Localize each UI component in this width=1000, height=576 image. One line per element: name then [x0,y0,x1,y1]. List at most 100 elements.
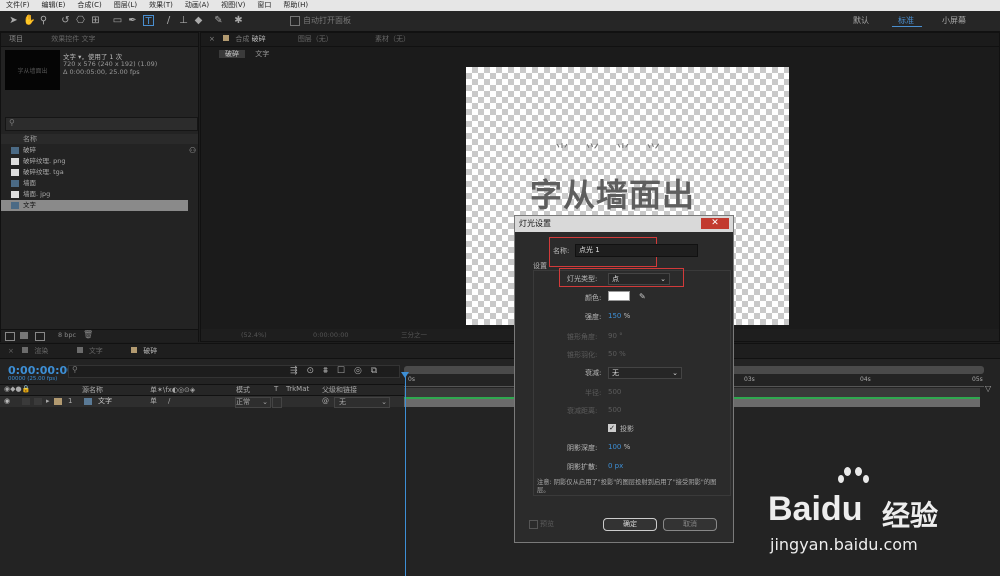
zoom-tool-icon[interactable]: ⚲ [38,15,49,26]
breadcrumb-layer[interactable]: 文字 [255,50,269,58]
tab-footage[interactable]: 素材（无） [375,35,410,43]
menu-window[interactable]: 窗口 [257,1,271,9]
menu-file[interactable]: 文件(F) [6,1,30,9]
close-tab-icon[interactable]: × [8,347,14,355]
tab-effect-controls[interactable]: 效果控件 文字 [51,35,95,43]
tab-composition[interactable]: 破碎 [252,35,266,43]
workspace-small-screen[interactable]: 小屏幕 [942,15,966,26]
cast-shadow-checkbox[interactable]: ✓ [608,424,616,432]
tab-layer[interactable]: 图层（无） [298,35,333,43]
menu-bar: 文件(F) 编辑(E) 合成(C) 图层(L) 效果(T) 动画(A) 视图(V) 窗口 帮助(… [0,0,1000,11]
viewer-timecode[interactable]: 0:00:00:00 [313,329,349,341]
trash-icon[interactable]: 🗑 [83,330,93,339]
list-item[interactable]: 破碎 [1,145,188,156]
falloff-dropdown[interactable]: 无 ⌄ [608,367,682,379]
layer-mode-dropdown[interactable]: 正常 ⌄ [235,397,271,408]
menu-animation[interactable]: 动画(A) [185,1,209,9]
resolution-dropdown[interactable]: 三分之一 [401,329,427,341]
menu-help[interactable]: 帮助(H) [283,1,308,9]
thumbnail-text: 字从墙面出 [17,68,48,75]
selection-tool-icon[interactable]: ➤ [8,15,19,26]
project-footer: 8 bpc 🗑 [1,329,198,342]
tab-project[interactable]: 项目 [9,35,23,43]
list-item[interactable]: 破碎纹理. png [1,156,188,167]
list-item[interactable]: 墙面. jpg [1,189,188,200]
close-button[interactable]: ✕ [701,218,729,229]
trkmat-dropdown[interactable] [272,397,282,408]
shadow-depth-field[interactable]: 100 % [608,443,630,451]
new-folder-icon[interactable] [20,332,28,339]
brush-tool-icon[interactable]: / [163,15,174,26]
timeline-frames: 00000 (25.00 fps) [8,376,58,382]
project-search-input[interactable]: ⚲ [5,117,198,131]
expand-arrow-icon[interactable]: ▸ [46,396,50,407]
column-parent[interactable]: 父级和链接 [322,385,357,395]
paw-toe [863,475,869,483]
cancel-button[interactable]: 取消 [663,518,717,531]
workspace-default[interactable]: 默认 [853,15,869,26]
pan-tool-icon[interactable]: ⊞ [90,15,101,26]
eye-icon[interactable]: ◉ [4,396,10,407]
menu-composition[interactable]: 合成(C) [77,1,101,9]
light-settings-dialog: 灯光设置 ✕ 名称: 点光 1 设置 灯光类型: 点 ⌄ 颜色: ✎ 强度: 15… [514,215,734,543]
parent-dropdown[interactable]: 无 ⌄ [334,397,390,408]
playhead-handle[interactable] [401,372,409,378]
interpret-footage-icon[interactable] [5,332,15,341]
workspace-standard[interactable]: 标准 [898,15,914,26]
eraser-tool-icon[interactable]: ◆ [193,15,204,26]
list-item[interactable]: 破碎纹理. tga [1,167,188,178]
shadow-diffusion-field[interactable]: 0 px [608,462,623,470]
column-source-name[interactable]: 源名称 [82,385,103,395]
camera-tool-icon[interactable]: ⎔ [75,15,86,26]
timeline-switch-icons[interactable]: ⇶⊙⩩☐◎⧉ [290,366,386,376]
list-item-selected[interactable]: 文字 [1,200,188,211]
solo-toggle[interactable] [22,398,30,405]
column-name[interactable]: 名称 [23,135,37,143]
label-color-swatch[interactable] [54,398,62,405]
menu-layer[interactable]: 图层(L) [114,1,137,9]
rectangle-tool-icon[interactable]: ▭ [112,15,123,26]
cone-feather-value: 50 % [608,350,626,358]
tab-render[interactable]: 渲染 [34,347,48,355]
roto-tool-icon[interactable]: ✎ [213,15,224,26]
pickwhip-icon[interactable]: @ [322,396,329,407]
playhead[interactable] [405,374,406,576]
menu-edit[interactable]: 编辑(E) [42,1,66,9]
tick-04s: 04s [860,376,871,383]
list-item[interactable]: 墙面 [1,178,188,189]
collapse-switch[interactable]: 单 [150,396,157,407]
intensity-field[interactable]: 150 % [608,312,630,320]
column-trkmat[interactable]: TrkMat [286,385,309,393]
menu-view[interactable]: 视图(V) [221,1,245,9]
breadcrumb-comp[interactable]: 破碎 [219,50,245,58]
tab-text[interactable]: 文字 [89,347,103,355]
type-tool-icon[interactable]: T [143,15,154,27]
quality-switch[interactable]: / [168,396,170,407]
rotate-tool-icon[interactable]: ↺ [60,15,71,26]
light-name-input[interactable]: 点光 1 [575,244,698,257]
chevron-down-icon: ⌄ [660,275,666,283]
new-composition-icon[interactable] [35,332,45,341]
pen-tool-icon[interactable]: ✒ [127,15,138,26]
menu-effect[interactable]: 效果(T) [149,1,173,9]
tab-comp-active[interactable]: 破碎 [143,347,157,355]
ok-button[interactable]: 确定 [603,518,657,531]
flowchart-icon[interactable]: ⚇ [189,146,196,155]
comp-marker-icon[interactable]: ▽ [985,384,993,393]
layer-row[interactable]: ◉ ▸ 1 文字 单 / 正常 ⌄ @ 无 ⌄ [0,396,404,408]
lock-toggle[interactable] [34,398,42,405]
preview-checkbox[interactable] [529,520,538,529]
layer-name[interactable]: 文字 [98,396,112,407]
column-mode[interactable]: 模式 [236,385,250,395]
color-swatch[interactable] [608,291,630,301]
workspace-active-underline [892,26,922,27]
bit-depth-label[interactable]: 8 bpc [58,331,76,339]
light-type-dropdown[interactable]: 点 ⌄ [608,273,670,285]
close-tab-icon[interactable]: × [209,35,215,43]
hand-tool-icon[interactable]: ✋ [23,15,35,26]
clone-tool-icon[interactable]: ⊥ [178,15,189,26]
pin-tool-icon[interactable]: ✱ [233,15,244,26]
eyedropper-icon[interactable]: ✎ [639,292,646,301]
auto-open-checkbox[interactable] [290,16,300,26]
zoom-level[interactable]: (52.4%) [241,329,267,341]
